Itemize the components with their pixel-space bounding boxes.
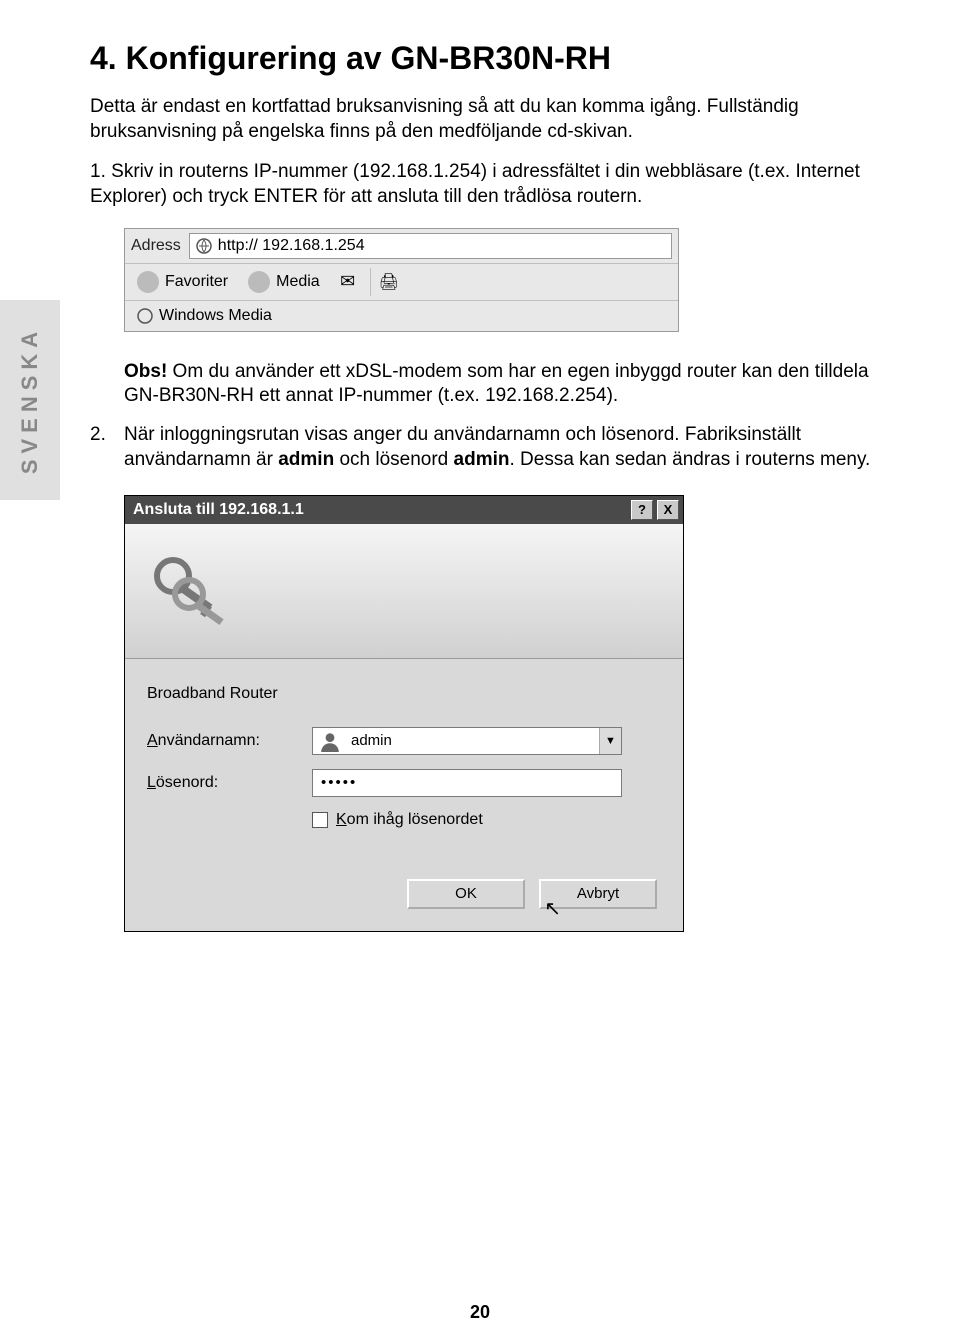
username-combo[interactable]: admin ▼ bbox=[312, 727, 622, 755]
step-2: 2.När inloggningsrutan visas anger du an… bbox=[90, 423, 900, 472]
login-dialog: Ansluta till 192.168.1.1 ? X Broadband R… bbox=[124, 495, 684, 932]
media-globe-icon bbox=[248, 271, 270, 293]
page-content: 4. Konfigurering av GN-BR30N-RH Detta är… bbox=[0, 0, 960, 962]
password-label: Lösenord: bbox=[147, 774, 302, 792]
windows-media-row: Windows Media bbox=[125, 301, 678, 331]
username-label: AAnvändarnamn:nvändarnamn: bbox=[147, 732, 302, 750]
toolbar-extra-icon[interactable]: 🖨 bbox=[379, 272, 399, 292]
password-input[interactable]: ••••• bbox=[312, 769, 622, 797]
dialog-title: Ansluta till 192.168.1.1 bbox=[133, 501, 304, 519]
separator bbox=[370, 268, 371, 296]
language-side-tab: SVENSKA bbox=[0, 300, 60, 500]
user-icon bbox=[319, 730, 341, 752]
dialog-buttons: OK Avbryt bbox=[147, 879, 661, 909]
language-label: SVENSKA bbox=[17, 326, 43, 474]
step-2-number: 2. bbox=[90, 423, 124, 448]
close-button[interactable]: X bbox=[657, 500, 679, 520]
browser-toolbar: Adress http:// 192.168.1.254 Favoriter M… bbox=[124, 228, 679, 332]
titlebar-buttons: ? X bbox=[631, 500, 679, 520]
address-input[interactable]: http:// 192.168.1.254 bbox=[189, 233, 672, 259]
address-row: Adress http:// 192.168.1.254 bbox=[125, 229, 678, 264]
step-1: 1. Skriv in routerns IP-nummer (192.168.… bbox=[90, 160, 900, 209]
help-button[interactable]: ? bbox=[631, 500, 653, 520]
username-value: admin bbox=[347, 732, 599, 749]
wm-icon bbox=[137, 308, 153, 324]
step-2-after: . Dessa kan sedan ändras i routerns meny… bbox=[509, 449, 870, 470]
chevron-down-icon[interactable]: ▼ bbox=[599, 728, 621, 754]
address-label: Adress bbox=[131, 237, 181, 255]
obs-label: Obs! bbox=[124, 361, 167, 382]
page-number: 20 bbox=[0, 1302, 960, 1323]
keys-icon bbox=[145, 546, 235, 636]
dialog-body: Broadband Router AAnvändarnamn:nvändarna… bbox=[125, 659, 683, 931]
password-value: ••••• bbox=[321, 774, 357, 791]
links-row: Favoriter Media ✉ 🖨 bbox=[125, 264, 678, 301]
step-2-mid: och lösenord bbox=[334, 449, 453, 470]
media-button[interactable]: Media bbox=[242, 269, 326, 295]
ok-button[interactable]: OK bbox=[407, 879, 525, 909]
step-2-bold1: admin bbox=[278, 449, 334, 470]
step-1-number: 1. bbox=[90, 161, 106, 182]
media-label: Media bbox=[276, 273, 320, 291]
ie-icon bbox=[196, 238, 212, 254]
dialog-titlebar: Ansluta till 192.168.1.1 ? X bbox=[125, 496, 683, 524]
favorites-label: Favoriter bbox=[165, 273, 228, 291]
step-2-bold2: admin bbox=[454, 449, 510, 470]
dialog-subtitle: Broadband Router bbox=[147, 685, 661, 703]
address-value: http:// 192.168.1.254 bbox=[218, 237, 365, 255]
remember-checkbox[interactable] bbox=[312, 812, 328, 828]
cursor-icon: ↖ bbox=[544, 896, 561, 921]
step-1-text: Skriv in routerns IP-nummer (192.168.1.2… bbox=[90, 161, 860, 207]
mail-icon[interactable]: ✉ bbox=[334, 272, 362, 292]
intro-text: Detta är endast en kortfattad bruksanvis… bbox=[90, 95, 900, 144]
remember-row: Kom ihåg lösenordet bbox=[312, 811, 661, 829]
page-heading: 4. Konfigurering av GN-BR30N-RH bbox=[90, 40, 900, 77]
globe-icon bbox=[137, 271, 159, 293]
username-row: AAnvändarnamn:nvändarnamn: admin ▼ bbox=[147, 727, 661, 755]
windows-media-label: Windows Media bbox=[159, 307, 272, 325]
obs-note: Obs! Om du använder ett xDSL-modem som h… bbox=[124, 360, 900, 409]
remember-label: Kom ihåg lösenordet bbox=[336, 811, 483, 829]
obs-text: Om du använder ett xDSL-modem som har en… bbox=[124, 361, 869, 407]
windows-media-button[interactable]: Windows Media bbox=[131, 305, 278, 327]
dialog-banner bbox=[125, 524, 683, 659]
password-row: Lösenord: ••••• bbox=[147, 769, 661, 797]
favorites-button[interactable]: Favoriter bbox=[131, 269, 234, 295]
step-2-body: När inloggningsrutan visas anger du anvä… bbox=[124, 423, 894, 472]
